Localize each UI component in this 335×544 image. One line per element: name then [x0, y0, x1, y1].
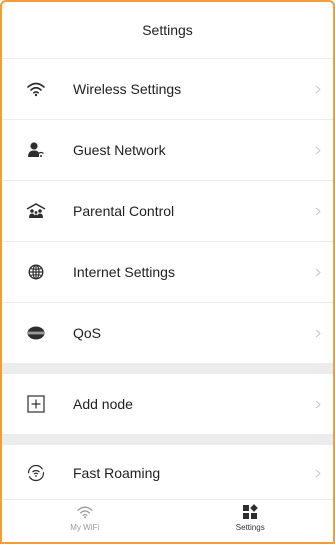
fast-roaming-icon [26, 463, 46, 483]
menu-item-label: QoS [73, 325, 102, 341]
page-header: Settings [2, 2, 333, 59]
tab-settings[interactable]: Settings [168, 500, 334, 542]
menu-item-label: Fast Roaming [73, 465, 161, 481]
tab-label: My WiFi [70, 523, 100, 532]
settings-list: Wireless Settings Guest Network Parental… [2, 59, 333, 501]
parental-control-icon [26, 201, 46, 221]
menu-item-label: Wireless Settings [73, 81, 182, 97]
section-divider [2, 364, 333, 374]
chevron-right-icon [313, 145, 323, 155]
menu-item-parental-control[interactable]: Parental Control [2, 181, 333, 242]
settings-grid-icon [240, 504, 260, 520]
chevron-right-icon [313, 84, 323, 94]
wifi-icon [26, 79, 46, 99]
menu-item-wireless-settings[interactable]: Wireless Settings [2, 59, 333, 120]
chevron-right-icon [313, 206, 323, 216]
wifi-icon [75, 504, 95, 520]
add-box-icon [26, 394, 46, 414]
menu-item-internet-settings[interactable]: Internet Settings [2, 242, 333, 303]
qos-icon [26, 323, 46, 343]
menu-item-add-node[interactable]: Add node [2, 374, 333, 435]
tab-my-wifi[interactable]: My WiFi [2, 500, 168, 542]
chevron-right-icon [313, 328, 323, 338]
guest-user-icon [26, 140, 46, 160]
app-frame: Settings Wireless Settings Guest Network… [0, 0, 335, 544]
globe-icon [26, 262, 46, 282]
chevron-right-icon [313, 399, 323, 409]
menu-item-label: Internet Settings [73, 264, 175, 280]
page-title: Settings [142, 22, 193, 38]
menu-item-label: Add node [73, 396, 133, 412]
chevron-right-icon [313, 267, 323, 277]
menu-item-label: Parental Control [73, 203, 175, 219]
tab-label: Settings [235, 523, 265, 532]
section-divider [2, 435, 333, 445]
bottom-tab-bar: My WiFi Settings [2, 499, 333, 542]
menu-item-label: Guest Network [73, 142, 166, 158]
chevron-right-icon [313, 468, 323, 478]
menu-item-guest-network[interactable]: Guest Network [2, 120, 333, 181]
menu-item-fast-roaming[interactable]: Fast Roaming [2, 445, 333, 501]
menu-item-qos[interactable]: QoS [2, 303, 333, 364]
